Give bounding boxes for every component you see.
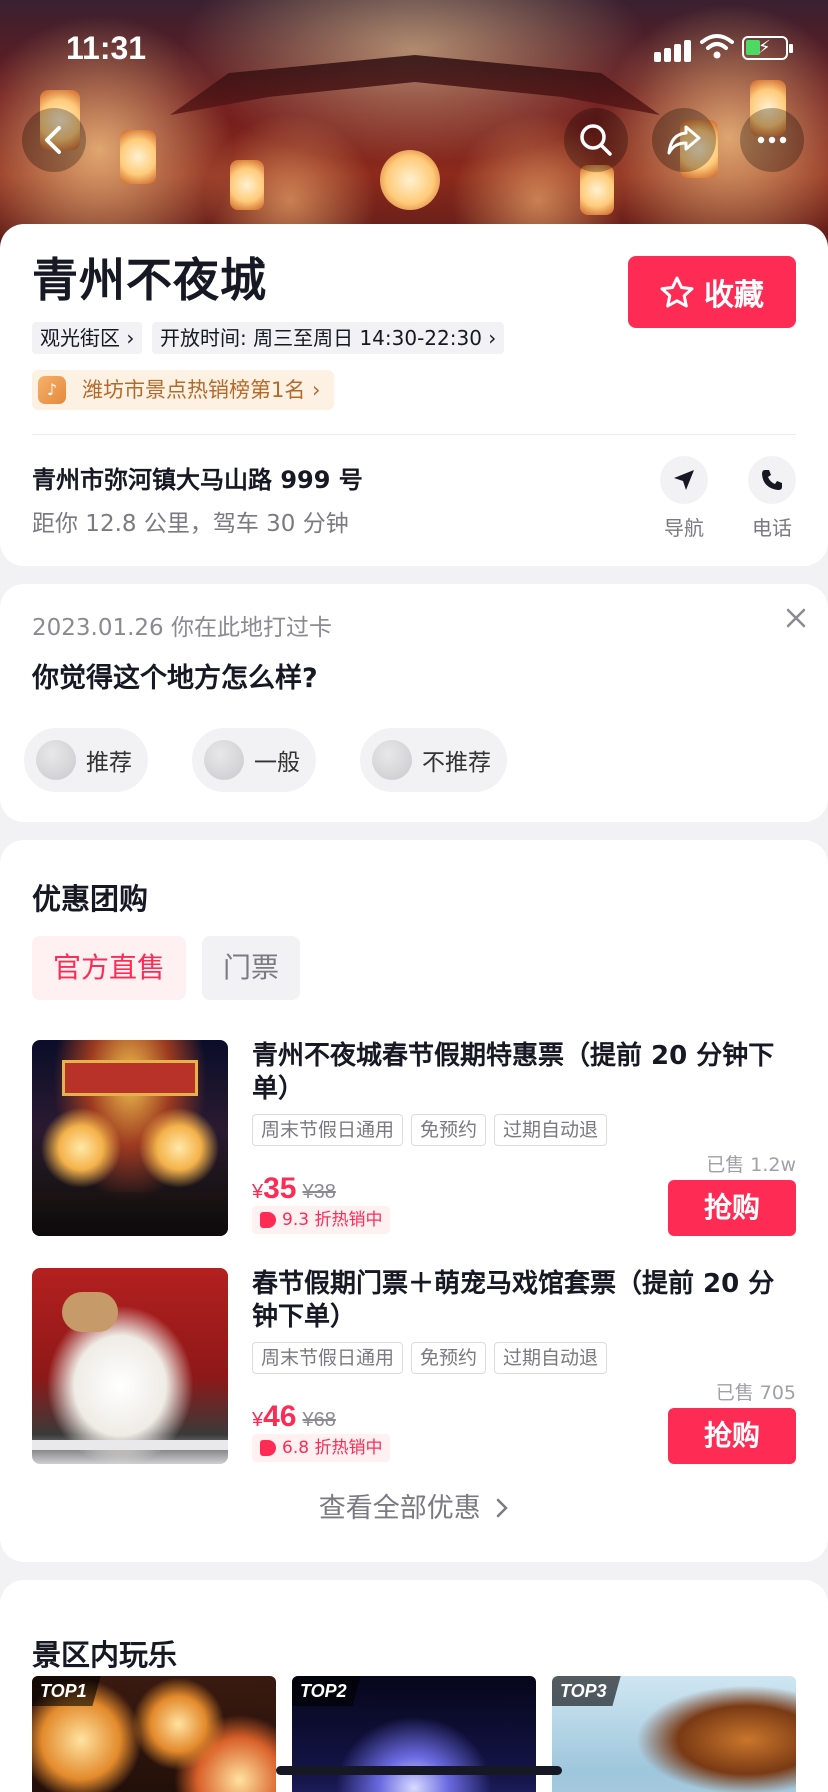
- hours-chip[interactable]: 开放时间: 周三至周日 14:30-22:30 ›: [152, 322, 505, 354]
- deal-tag: 周末节假日通用: [252, 1114, 404, 1146]
- phone-label: 电话: [752, 516, 792, 540]
- deals-title: 优惠团购: [32, 882, 149, 916]
- original-price: ¥38: [302, 1181, 336, 1203]
- hero-lantern: [580, 165, 614, 215]
- view-all-label: 查看全部优惠: [318, 1493, 481, 1524]
- search-icon: [580, 124, 612, 156]
- top-badge: TOP3: [552, 1676, 621, 1706]
- price-currency: ¥: [252, 1181, 264, 1203]
- price-value: 35: [263, 1172, 297, 1205]
- play-title: 景区内玩乐: [32, 1638, 178, 1672]
- phone-button[interactable]: 电话: [742, 456, 802, 541]
- checkin-text: 2023.01.26 你在此地打过卡: [32, 615, 332, 641]
- rate-neutral-label: 一般: [254, 750, 300, 776]
- poi-info-card: 青州不夜城 收藏 观光街区 › 开放时间: 周三至周日 14:30-22:30 …: [0, 224, 828, 566]
- sold-count: 已售 1.2w: [706, 1154, 796, 1176]
- distance: 距你 12.8 公里，驾车 30 分钟: [32, 511, 349, 537]
- price-currency: ¥: [252, 1409, 264, 1431]
- share-icon: [667, 125, 701, 155]
- chevron-right-icon: [497, 1498, 509, 1518]
- address: 青州市弥河镇大马山路 999 号: [32, 466, 363, 494]
- rate-recommend-label: 推荐: [86, 750, 132, 776]
- search-button[interactable]: [564, 108, 628, 172]
- signal-icon: [654, 36, 694, 62]
- more-button[interactable]: [740, 108, 804, 172]
- category-label: 观光街区: [40, 326, 120, 350]
- deal-image: [32, 1040, 228, 1236]
- play-card: 景区内玩乐 TOP1 TOP2 TOP3: [0, 1580, 828, 1792]
- home-indicator[interactable]: [276, 1766, 562, 1775]
- discount-badge: 9.3 折热销中: [252, 1206, 391, 1234]
- battery-icon: ⚡: [742, 36, 793, 60]
- rank-badge[interactable]: ♪ 潍坊市景点热销榜第1名 ›: [32, 370, 335, 410]
- happy-face-icon: [36, 740, 76, 780]
- star-icon: [660, 276, 694, 308]
- price-value: 46: [263, 1400, 297, 1433]
- neutral-face-icon: [204, 740, 244, 780]
- hero-lantern: [380, 150, 440, 210]
- deal-title: 春节假期门票＋萌宠马戏馆套票（提前 20 分钟下单）: [252, 1269, 775, 1332]
- feedback-card: 2023.01.26 你在此地打过卡 你觉得这个地方怎么样? 推荐 一般 不推荐: [0, 584, 828, 822]
- hours-label: 开放时间: 周三至周日 14:30-22:30: [160, 326, 482, 350]
- feedback-question: 你觉得这个地方怎么样?: [32, 663, 318, 694]
- rate-recommend-button[interactable]: 推荐: [24, 728, 148, 792]
- category-chip[interactable]: 观光街区 ›: [32, 322, 143, 354]
- tab-official[interactable]: 官方直售: [32, 936, 186, 1000]
- deal-tag: 过期自动退: [494, 1342, 608, 1374]
- favorite-button[interactable]: 收藏: [628, 256, 796, 328]
- more-dots-icon: [757, 136, 787, 144]
- deal-item[interactable]: 春节假期门票＋萌宠马戏馆套票（提前 20 分钟下单） 周末节假日通用 免预约 过…: [32, 1268, 796, 1464]
- rate-neutral-button[interactable]: 一般: [192, 728, 316, 792]
- navigation-arrow-icon: [674, 470, 694, 490]
- price-tag-icon: [260, 1212, 276, 1228]
- back-button[interactable]: [22, 108, 86, 172]
- play-card-3[interactable]: TOP3: [552, 1676, 796, 1792]
- buy-button[interactable]: 抢购: [668, 1408, 796, 1464]
- hero-lantern: [230, 160, 264, 210]
- hero-lantern: [120, 130, 156, 184]
- deal-price: ¥46 ¥68: [252, 1400, 336, 1434]
- chevron-left-icon: [45, 126, 61, 154]
- share-button[interactable]: [652, 108, 716, 172]
- navigate-label: 导航: [664, 516, 704, 540]
- deal-title: 青州不夜城春节假期特惠票（提前 20 分钟下单）: [252, 1041, 775, 1104]
- deal-image: [32, 1268, 228, 1464]
- top-badge: TOP2: [292, 1676, 361, 1706]
- top-badge: TOP1: [32, 1676, 101, 1706]
- sad-face-icon: [372, 740, 412, 780]
- discount-badge: 6.8 折热销中: [252, 1434, 391, 1462]
- rank-label: 潍坊市景点热销榜第1名: [82, 378, 306, 402]
- view-all-deals-link[interactable]: 查看全部优惠: [0, 1486, 828, 1525]
- deal-price: ¥35 ¥38: [252, 1172, 336, 1206]
- deal-tag: 过期自动退: [494, 1114, 608, 1146]
- status-bar: 11:31 ⚡: [0, 0, 828, 100]
- favorite-label: 收藏: [704, 278, 764, 313]
- deal-tag: 免预约: [411, 1114, 487, 1146]
- price-tag-icon: [260, 1440, 276, 1456]
- deal-tag: 周末节假日通用: [252, 1342, 404, 1374]
- divider: [32, 434, 796, 435]
- navigate-button[interactable]: 导航: [654, 456, 714, 541]
- original-price: ¥68: [302, 1409, 336, 1431]
- rate-not-recommend-button[interactable]: 不推荐: [360, 728, 507, 792]
- sold-count: 已售 705: [715, 1382, 796, 1404]
- tab-tickets[interactable]: 门票: [202, 936, 300, 1000]
- deal-tags: 周末节假日通用 免预约 过期自动退: [252, 1114, 608, 1146]
- phone-icon: [762, 470, 782, 490]
- deal-tags: 周末节假日通用 免预约 过期自动退: [252, 1342, 608, 1374]
- rate-not-recommend-label: 不推荐: [422, 750, 491, 776]
- discount-label: 6.8 折热销中: [282, 1438, 383, 1458]
- wifi-icon: [700, 34, 734, 59]
- poi-title: 青州不夜城: [32, 253, 267, 307]
- deal-item[interactable]: 青州不夜城春节假期特惠票（提前 20 分钟下单） 周末节假日通用 免预约 过期自…: [32, 1040, 796, 1236]
- play-card-1[interactable]: TOP1: [32, 1676, 276, 1792]
- douyin-logo-icon: ♪: [38, 376, 66, 404]
- discount-label: 9.3 折热销中: [282, 1210, 383, 1230]
- close-icon[interactable]: [782, 604, 810, 632]
- deal-tag: 免预约: [411, 1342, 487, 1374]
- status-time: 11:31: [66, 30, 147, 66]
- deals-card: 优惠团购 官方直售 门票 青州不夜城春节假期特惠票（提前 20 分钟下单） 周末…: [0, 840, 828, 1562]
- buy-button[interactable]: 抢购: [668, 1180, 796, 1236]
